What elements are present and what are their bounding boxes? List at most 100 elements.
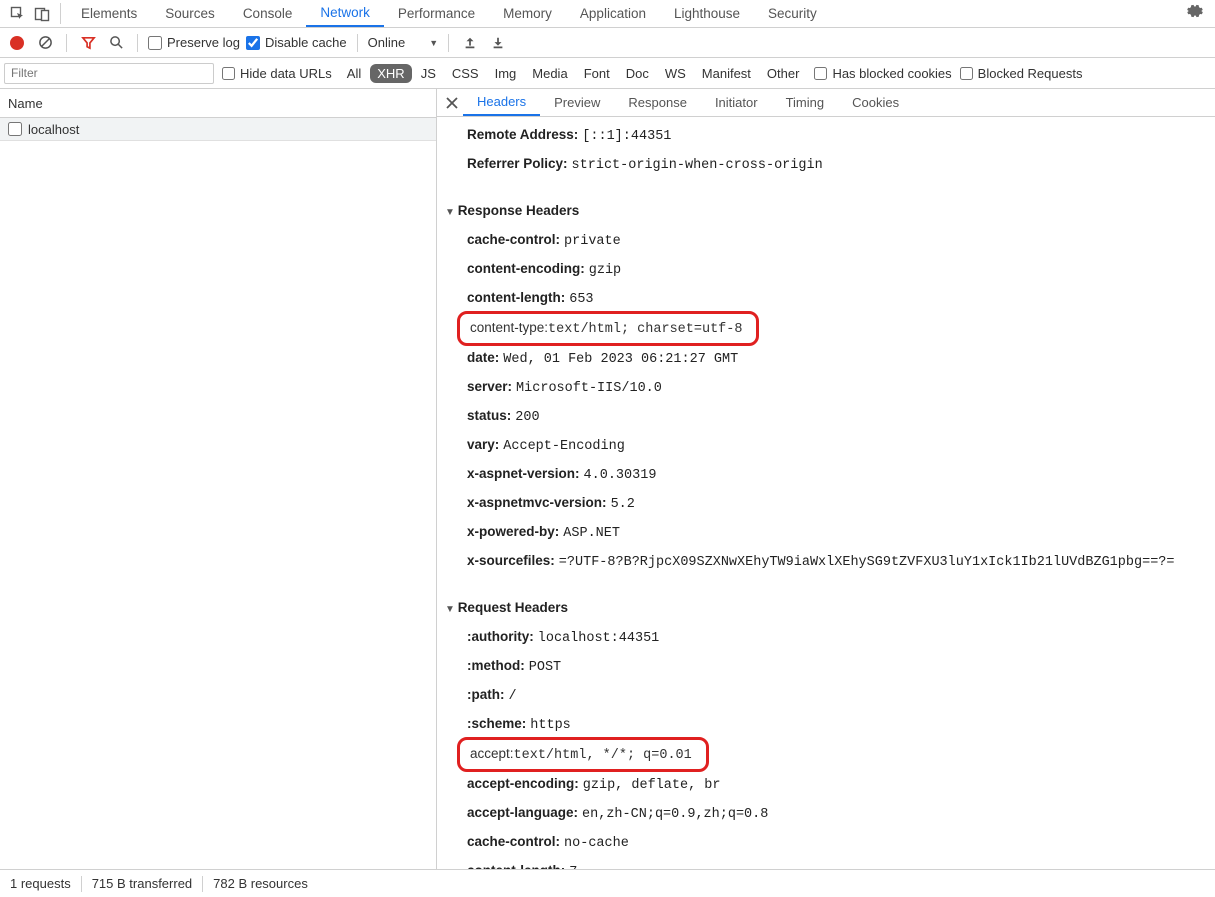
close-detail-icon[interactable] <box>441 89 463 116</box>
header-value: https <box>530 718 571 733</box>
header-key: x-sourcefiles: <box>467 553 555 568</box>
settings-gear-icon[interactable] <box>1183 3 1207 19</box>
header-value: gzip <box>589 263 621 278</box>
filter-type-xhr[interactable]: XHR <box>370 64 411 83</box>
status-requests: 1 requests <box>10 876 71 891</box>
request-headers-section[interactable]: Request Headers <box>437 594 1215 623</box>
header-value: localhost:44351 <box>538 631 660 646</box>
header-row: :scheme: https <box>437 710 1215 739</box>
header-key: cache-control: <box>467 232 560 247</box>
header-key: content-encoding: <box>467 261 585 276</box>
record-button[interactable] <box>6 32 28 54</box>
upload-har-icon[interactable] <box>459 32 481 54</box>
tab-security[interactable]: Security <box>754 0 831 27</box>
filter-type-css[interactable]: CSS <box>445 64 486 83</box>
clear-icon[interactable] <box>34 32 56 54</box>
filter-type-js[interactable]: JS <box>414 64 443 83</box>
request-list-header[interactable]: Name <box>0 89 436 118</box>
tab-lighthouse[interactable]: Lighthouse <box>660 0 754 27</box>
header-row: :path: / <box>437 681 1215 710</box>
device-toolbar-icon[interactable] <box>30 0 54 27</box>
header-key: accept: <box>470 746 514 761</box>
header-row: Referrer Policy: strict-origin-when-cross… <box>437 150 1215 179</box>
detail-tab-timing[interactable]: Timing <box>772 89 839 116</box>
header-row: date:Wed, 01 Feb 2023 06:21:27 GMT <box>437 344 1215 373</box>
separator <box>202 876 203 892</box>
detail-tab-strip: HeadersPreviewResponseInitiatorTimingCoo… <box>437 89 1215 117</box>
filter-input[interactable] <box>4 63 214 84</box>
header-row-highlighted: content-type:text/html; charset=utf-8 <box>437 313 1215 344</box>
header-row: cache-control:no-cache <box>437 828 1215 857</box>
has-blocked-cookies-checkbox[interactable]: Has blocked cookies <box>814 66 951 81</box>
header-key: Referrer Policy: <box>467 156 568 171</box>
filter-bar: Hide data URLs AllXHRJSCSSImgMediaFontDo… <box>0 58 1215 89</box>
filter-type-img[interactable]: Img <box>488 64 524 83</box>
tab-memory[interactable]: Memory <box>489 0 566 27</box>
tab-network[interactable]: Network <box>306 0 384 27</box>
filter-type-all[interactable]: All <box>340 64 368 83</box>
filter-type-other[interactable]: Other <box>760 64 807 83</box>
headers-panel: Remote Address: [::1]:44351Referrer Polic… <box>437 117 1215 869</box>
filter-icon[interactable] <box>77 32 99 54</box>
detail-tab-response[interactable]: Response <box>614 89 701 116</box>
header-row: :method:POST <box>437 652 1215 681</box>
separator <box>357 34 358 52</box>
header-value: [::1]:44351 <box>582 129 671 144</box>
tab-sources[interactable]: Sources <box>151 0 229 27</box>
hide-data-urls-checkbox[interactable]: Hide data URLs <box>222 66 332 81</box>
header-row: content-length:7 <box>437 857 1215 869</box>
header-key: accept-language: <box>467 805 578 820</box>
download-har-icon[interactable] <box>487 32 509 54</box>
detail-tab-cookies[interactable]: Cookies <box>838 89 913 116</box>
header-row: vary:Accept-Encoding <box>437 431 1215 460</box>
status-bar: 1 requests 715 B transferred 782 B resou… <box>0 869 1215 897</box>
header-value: ASP.NET <box>563 526 620 541</box>
detail-tab-headers[interactable]: Headers <box>463 89 540 116</box>
separator <box>448 34 449 52</box>
filter-type-manifest[interactable]: Manifest <box>695 64 758 83</box>
request-row-checkbox[interactable] <box>8 122 22 136</box>
header-row: accept-encoding:gzip, deflate, br <box>437 770 1215 799</box>
blocked-requests-checkbox[interactable]: Blocked Requests <box>960 66 1083 81</box>
filter-type-doc[interactable]: Doc <box>619 64 656 83</box>
separator <box>81 876 82 892</box>
tab-console[interactable]: Console <box>229 0 307 27</box>
header-key: vary: <box>467 437 499 452</box>
header-key: date: <box>467 350 499 365</box>
detail-tab-preview[interactable]: Preview <box>540 89 614 116</box>
filter-type-media[interactable]: Media <box>525 64 574 83</box>
header-row: x-aspnetmvc-version:5.2 <box>437 489 1215 518</box>
header-value: 200 <box>515 410 539 425</box>
search-icon[interactable] <box>105 32 127 54</box>
filter-type-ws[interactable]: WS <box>658 64 693 83</box>
header-row: server:Microsoft-IIS/10.0 <box>437 373 1215 402</box>
header-row: cache-control: private <box>437 226 1215 255</box>
header-key: :method: <box>467 658 525 673</box>
inspect-element-icon[interactable] <box>6 0 30 27</box>
preserve-log-checkbox[interactable]: Preserve log <box>148 35 240 50</box>
throttling-select[interactable]: Online ▼ <box>368 35 439 50</box>
detail-tab-initiator[interactable]: Initiator <box>701 89 772 116</box>
header-key: :path: <box>467 687 505 702</box>
tab-elements[interactable]: Elements <box>67 0 151 27</box>
header-key: x-aspnetmvc-version: <box>467 495 607 510</box>
header-value: private <box>564 234 621 249</box>
request-list: Name localhost <box>0 89 437 869</box>
header-row: :authority: localhost:44351 <box>437 623 1215 652</box>
disable-cache-checkbox[interactable]: Disable cache <box>246 35 347 50</box>
header-key: :authority: <box>467 629 534 644</box>
header-value: en,zh-CN;q=0.9,zh;q=0.8 <box>582 807 768 822</box>
tab-performance[interactable]: Performance <box>384 0 489 27</box>
tab-application[interactable]: Application <box>566 0 660 27</box>
header-key: :scheme: <box>467 716 526 731</box>
header-key: status: <box>467 408 511 423</box>
header-key: content-length: <box>467 290 565 305</box>
request-row[interactable]: localhost <box>0 118 436 141</box>
header-value: / <box>509 689 517 704</box>
header-key: Remote Address: <box>467 127 578 142</box>
response-headers-section[interactable]: Response Headers <box>437 197 1215 226</box>
filter-type-font[interactable]: Font <box>577 64 617 83</box>
request-row-name: localhost <box>28 122 79 137</box>
header-value: strict-origin-when-cross-origin <box>572 158 823 173</box>
header-value: 653 <box>569 292 593 307</box>
